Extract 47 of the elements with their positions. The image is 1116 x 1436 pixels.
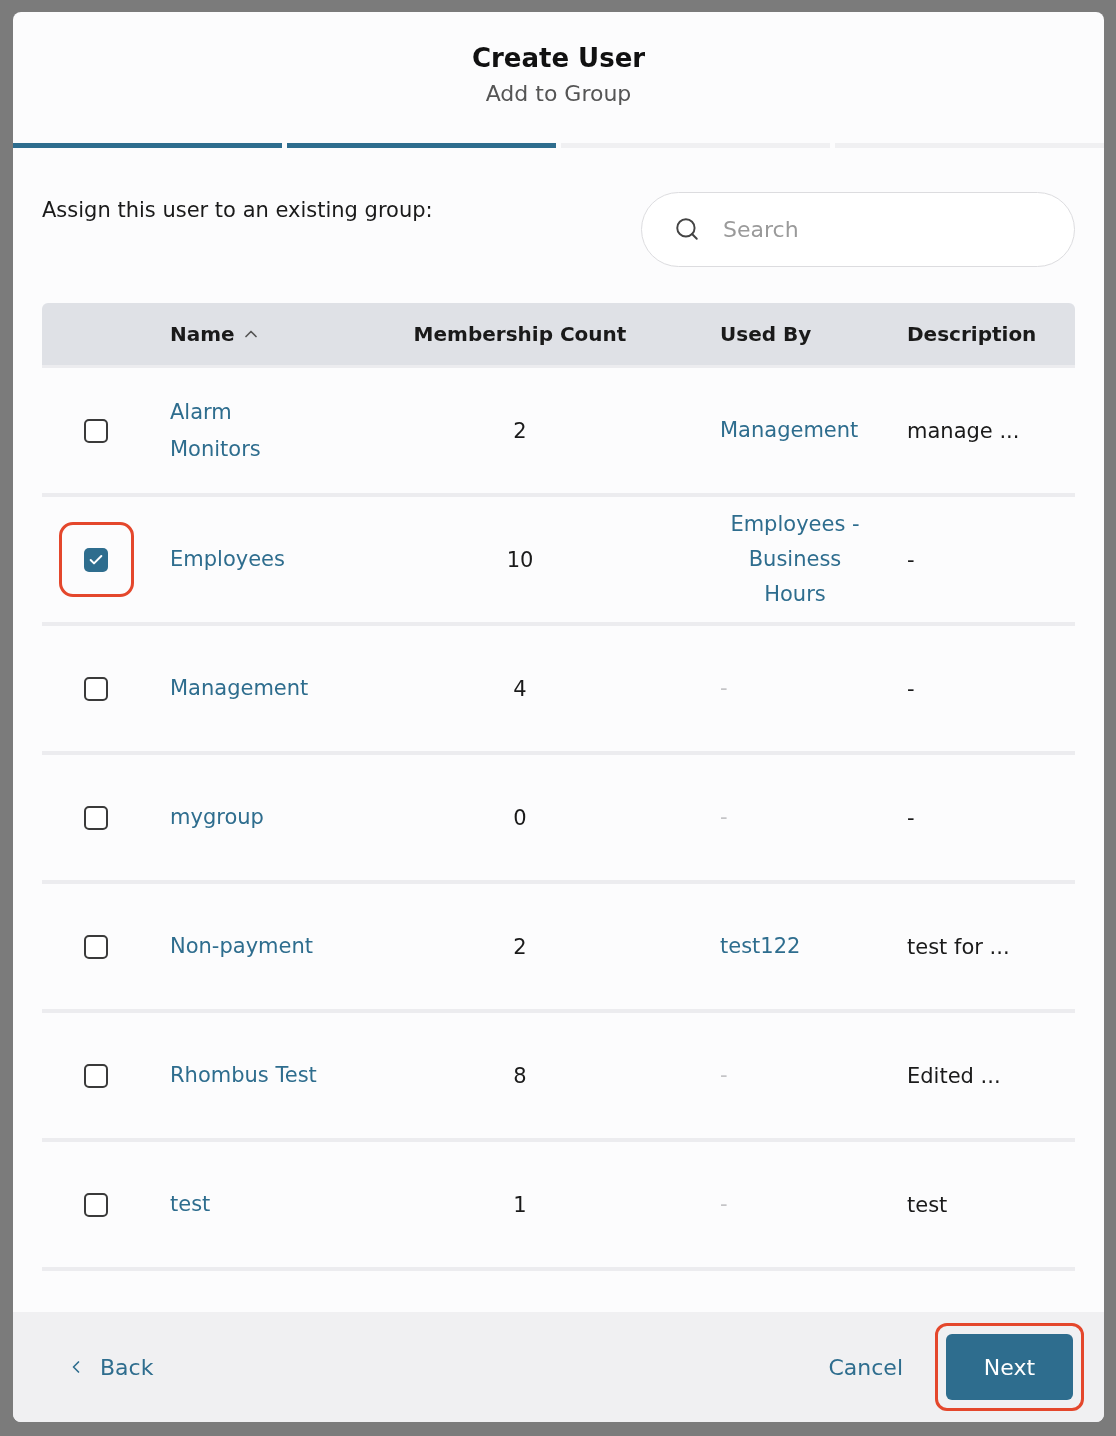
group-link[interactable]: test <box>170 1186 211 1223</box>
column-header: Membership Count <box>413 321 627 348</box>
column-header[interactable]: Name <box>170 319 261 349</box>
used-by-text: - <box>720 805 728 829</box>
back-button[interactable]: Back <box>66 1350 154 1384</box>
description-text: Edited ... <box>907 1063 1001 1088</box>
used-by-link[interactable]: Employees - Business Hours <box>720 507 870 612</box>
membership-count: 2 <box>513 934 527 959</box>
dialog-subtitle: Add to Group <box>485 80 632 108</box>
group-link[interactable]: mygroup <box>170 799 264 836</box>
description-text: - <box>907 676 915 701</box>
description-text: - <box>907 547 915 572</box>
checkbox[interactable] <box>84 418 108 443</box>
description-text: test <box>907 1192 948 1217</box>
checkbox[interactable] <box>84 547 108 572</box>
checkbox[interactable] <box>84 676 108 701</box>
column-header: Description <box>907 321 1037 348</box>
membership-count: 4 <box>513 676 527 701</box>
membership-count: 0 <box>513 805 527 830</box>
instruction-text: Assign this user to an existing group: <box>42 197 433 224</box>
used-by-link[interactable]: test122 <box>720 929 801 964</box>
checkbox[interactable] <box>84 1063 108 1088</box>
used-by-link[interactable]: Management <box>720 413 859 448</box>
search-icon <box>674 216 700 242</box>
group-link[interactable]: Rhombus Test <box>170 1057 317 1094</box>
used-by-text: - <box>720 1063 728 1087</box>
group-link[interactable]: Non-payment <box>170 928 313 965</box>
checkbox[interactable] <box>84 934 108 959</box>
cancel-button[interactable]: Cancel <box>828 1350 903 1384</box>
next-button[interactable]: Next <box>946 1334 1073 1400</box>
membership-count: 2 <box>513 418 527 443</box>
description-text: - <box>907 805 915 830</box>
column-header: Used By <box>720 321 812 348</box>
group-link[interactable]: Employees <box>170 541 285 578</box>
checkbox[interactable] <box>84 1192 108 1217</box>
description-text: manage ... <box>907 418 1020 443</box>
group-link[interactable]: Management <box>170 670 309 707</box>
membership-count: 10 <box>506 547 534 572</box>
used-by-text: - <box>720 676 728 700</box>
membership-count: 1 <box>513 1192 527 1217</box>
dialog-title: Create User <box>471 42 646 75</box>
checkbox[interactable] <box>84 805 108 830</box>
group-link[interactable]: Alarm Monitors <box>170 393 325 468</box>
membership-count: 8 <box>513 1063 527 1088</box>
description-text: test for ... <box>907 934 1010 959</box>
search-field[interactable]: Search <box>641 192 1075 267</box>
used-by-text: - <box>720 1192 728 1216</box>
